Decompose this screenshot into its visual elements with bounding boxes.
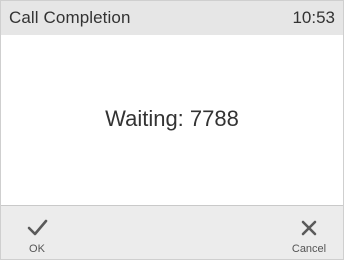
- cancel-softkey-label: Cancel: [291, 243, 327, 255]
- softkey-bar: OK Cancel: [1, 205, 343, 259]
- cancel-softkey[interactable]: Cancel: [281, 206, 337, 259]
- close-icon: [298, 217, 320, 239]
- waiting-message: Waiting: 7788: [105, 106, 239, 131]
- status-bar: Call Completion 10:53: [1, 1, 343, 35]
- ok-softkey-label: OK: [29, 243, 45, 255]
- main-content: Waiting: 7788: [1, 35, 343, 205]
- screen-title: Call Completion: [9, 8, 131, 27]
- phone-screen: Call Completion 10:53 Waiting: 7788 OK C…: [0, 0, 344, 260]
- clock-time: 10:53: [292, 8, 335, 27]
- check-icon: [26, 217, 48, 239]
- ok-softkey[interactable]: OK: [13, 206, 61, 259]
